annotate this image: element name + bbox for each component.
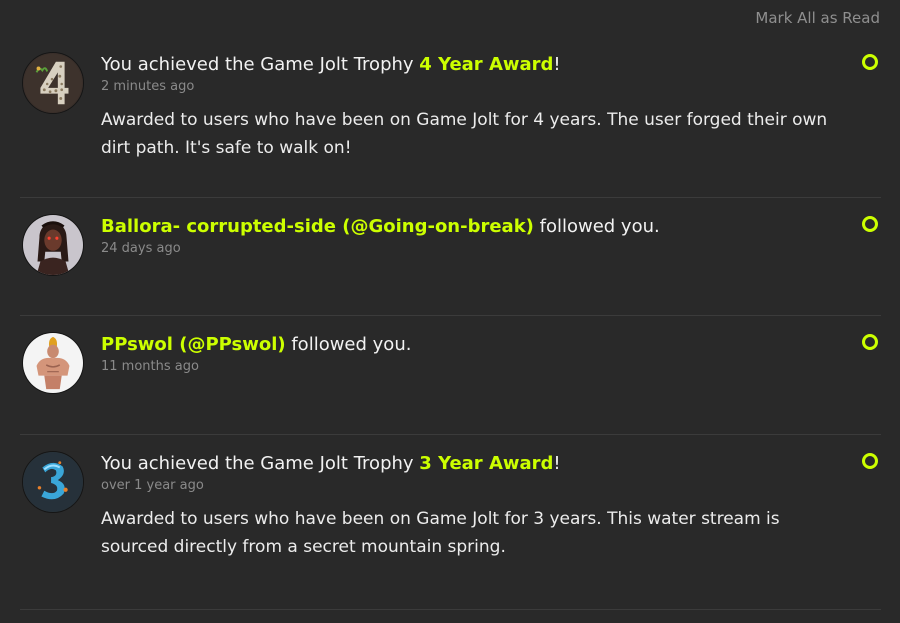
trophy-link[interactable]: 4 Year Award <box>419 54 553 75</box>
user-link[interactable]: PPswol (@PPswol) <box>101 334 286 355</box>
notification-title: You achieved the Game Jolt Trophy 3 Year… <box>101 451 841 477</box>
notification-title: You achieved the Game Jolt Trophy 4 Year… <box>101 52 841 78</box>
title-prefix: You achieved the Game Jolt Trophy <box>101 54 420 75</box>
three-year-trophy-icon[interactable] <box>22 451 84 513</box>
notification-item[interactable]: Ballora- corrupted-side (@Going-on-break… <box>20 198 881 316</box>
title-suffix: followed you. <box>533 216 660 237</box>
unread-indicator[interactable] <box>862 334 878 350</box>
notification-list: You achieved the Game Jolt Trophy 4 Year… <box>20 36 881 610</box>
notification-item[interactable]: PPswol (@PPswol) followed you. 11 months… <box>20 316 881 435</box>
user-avatar[interactable] <box>22 332 84 394</box>
notification-title: PPswol (@PPswol) followed you. <box>101 332 841 358</box>
unread-indicator[interactable] <box>862 54 878 70</box>
unread-indicator[interactable] <box>862 453 878 469</box>
title-suffix: followed you. <box>285 334 412 355</box>
title-suffix: ! <box>553 54 561 75</box>
notification-time: 11 months ago <box>101 359 199 374</box>
mark-all-read-button[interactable]: Mark All as Read <box>755 9 880 27</box>
notification-description: Awarded to users who have been on Game J… <box>101 509 780 557</box>
notification-item[interactable]: You achieved the Game Jolt Trophy 3 Year… <box>20 435 881 610</box>
title-prefix: You achieved the Game Jolt Trophy <box>101 453 420 474</box>
user-link[interactable]: Ballora- corrupted-side (@Going-on-break… <box>101 216 534 237</box>
unread-indicator[interactable] <box>862 216 878 232</box>
notification-time: 24 days ago <box>101 241 181 256</box>
title-suffix: ! <box>553 453 561 474</box>
notification-description: Awarded to users who have been on Game J… <box>101 110 828 158</box>
notification-time: 2 minutes ago <box>101 79 195 94</box>
notification-item[interactable]: You achieved the Game Jolt Trophy 4 Year… <box>20 36 881 198</box>
user-avatar[interactable] <box>22 214 84 276</box>
notification-title: Ballora- corrupted-side (@Going-on-break… <box>101 214 841 240</box>
notification-time: over 1 year ago <box>101 478 204 493</box>
four-year-trophy-icon[interactable] <box>22 52 84 114</box>
trophy-link[interactable]: 3 Year Award <box>419 453 553 474</box>
